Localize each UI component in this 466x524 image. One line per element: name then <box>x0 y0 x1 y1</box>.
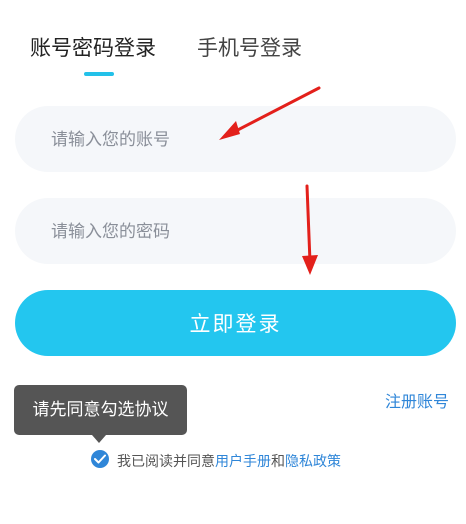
checkmark-icon <box>94 454 106 464</box>
agreement-tooltip: 请先同意勾选协议 <box>14 385 187 435</box>
account-input[interactable] <box>49 106 433 174</box>
agreement-prefix: 我已阅读并同意 <box>117 454 215 470</box>
user-manual-link[interactable]: 用户手册 <box>215 454 271 470</box>
agreement-checkbox[interactable] <box>91 450 109 468</box>
tooltip-arrow <box>92 435 106 443</box>
password-input[interactable] <box>49 198 433 266</box>
account-field <box>15 106 456 174</box>
agreement-text: 我已阅读并同意用户手册和隐私政策 <box>117 451 341 471</box>
tab-account-password-login[interactable]: 账号密码登录 <box>30 33 156 63</box>
password-field <box>15 198 456 266</box>
active-tab-indicator <box>84 72 114 76</box>
login-tabs: 账号密码登录 手机号登录 <box>30 33 450 83</box>
tab-phone-login[interactable]: 手机号登录 <box>197 33 302 63</box>
agreement-conjunction: 和 <box>271 454 285 470</box>
register-link[interactable]: 注册账号 <box>385 388 449 412</box>
login-button[interactable]: 立即登录 <box>15 290 456 356</box>
privacy-policy-link[interactable]: 隐私政策 <box>285 454 341 470</box>
